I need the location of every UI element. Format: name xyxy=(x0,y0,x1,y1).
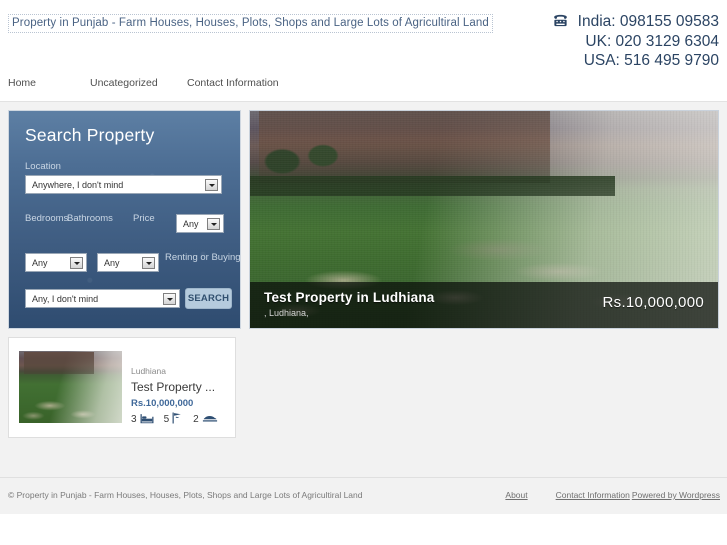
hero-property-title: Test Property in Ludhiana xyxy=(264,290,435,305)
bathrooms-count: 5 xyxy=(163,414,170,425)
chevron-down-icon xyxy=(205,179,218,191)
renting-select-value: Any, I don't mind xyxy=(32,293,99,304)
page-body: Search Property Location Anywhere, I don… xyxy=(0,102,727,477)
footer-link-powered-by-wordpress[interactable]: Powered by Wordpress xyxy=(632,490,720,500)
site-footer: © Property in Punjab - Farm Houses, Hous… xyxy=(0,477,727,540)
bath-icon xyxy=(172,412,183,427)
property-listing-card[interactable]: Ludhiana Test Property ... Rs.10,000,000… xyxy=(8,337,236,438)
chevron-down-icon xyxy=(163,293,176,305)
footer-link-contact-information[interactable]: Contact Information xyxy=(556,490,630,500)
listing-thumbnail[interactable] xyxy=(19,351,122,423)
listing-thumbnail-house-shape xyxy=(24,352,95,375)
main-navigation: Home Uncategorized Contact Information xyxy=(0,68,727,102)
search-panel-title: Search Property xyxy=(25,125,155,145)
car-count: 2 xyxy=(193,414,199,425)
phone-line-india: India: 098155 09583 xyxy=(553,12,719,32)
chevron-down-icon xyxy=(70,257,83,269)
hero-property-image[interactable]: Test Property in Ludhiana , Ludhiana, Rs… xyxy=(249,110,719,329)
nav-item-uncategorized[interactable]: Uncategorized xyxy=(90,68,187,89)
hero-hedge-shape xyxy=(250,176,616,196)
renting-or-buying-select[interactable]: Any, I don't mind xyxy=(25,289,180,308)
location-select[interactable]: Anywhere, I don't mind xyxy=(25,175,222,194)
site-title-link[interactable]: Property in Punjab - Farm Houses, Houses… xyxy=(8,14,493,33)
chevron-down-icon xyxy=(207,218,220,230)
chevron-down-icon xyxy=(142,257,155,269)
footer-copyright: © Property in Punjab - Farm Houses, Hous… xyxy=(8,490,363,500)
bedrooms-select-value: Any xyxy=(32,257,48,268)
location-label: Location xyxy=(25,161,61,172)
location-select-value: Anywhere, I don't mind xyxy=(32,179,124,190)
hero-caption-bar: Test Property in Ludhiana , Ludhiana, Rs… xyxy=(250,282,718,328)
footer-links: About Contact Information Powered by Wor… xyxy=(505,490,720,500)
bedrooms-count: 3 xyxy=(131,414,137,425)
nav-item-contact-information[interactable]: Contact Information xyxy=(187,68,317,89)
listing-spec-bedrooms: 3 xyxy=(131,413,154,427)
search-property-panel: Search Property Location Anywhere, I don… xyxy=(8,110,241,329)
renting-or-buying-label: Renting or Buying xyxy=(165,252,241,263)
price-select-value: Any xyxy=(183,218,199,229)
telephone-icon xyxy=(553,13,568,32)
listing-thumbnail-photo xyxy=(19,351,122,423)
bedrooms-select[interactable]: Any xyxy=(25,253,87,272)
contact-phone-numbers: India: 098155 09583 UK: 020 3129 6304 US… xyxy=(553,12,719,70)
listing-city: Ludhiana xyxy=(131,366,166,376)
price-select[interactable]: Any xyxy=(176,214,224,233)
footer-bottom-strip xyxy=(0,514,727,540)
bedrooms-label: Bedrooms xyxy=(25,213,69,224)
bed-icon xyxy=(140,413,154,427)
phone-line-uk: UK: 020 3129 6304 xyxy=(585,33,719,50)
bathrooms-label: Bathrooms xyxy=(67,213,113,224)
listing-title-link[interactable]: Test Property ... xyxy=(131,380,215,394)
hero-row: Search Property Location Anywhere, I don… xyxy=(8,110,719,329)
car-icon xyxy=(202,414,218,426)
listing-price: Rs.10,000,000 xyxy=(131,398,194,409)
price-label: Price xyxy=(133,213,155,224)
listing-specs: 3 5 2 xyxy=(131,412,218,427)
hero-house-shape xyxy=(259,111,550,183)
nav-item-home[interactable]: Home xyxy=(8,68,90,89)
search-button[interactable]: SEARCH xyxy=(185,288,232,309)
bathrooms-select-value: Any xyxy=(104,257,120,268)
listing-spec-bathrooms: 5 xyxy=(164,412,184,427)
hero-property-price: Rs.10,000,000 xyxy=(602,294,704,311)
listing-spec-cars: 2 xyxy=(193,414,218,426)
phone-india-text: India: 098155 09583 xyxy=(577,13,719,30)
site-header: Property in Punjab - Farm Houses, Houses… xyxy=(0,0,727,70)
hero-property-location: , Ludhiana, xyxy=(264,308,309,318)
footer-link-about[interactable]: About xyxy=(505,490,527,500)
bathrooms-select[interactable]: Any xyxy=(97,253,159,272)
